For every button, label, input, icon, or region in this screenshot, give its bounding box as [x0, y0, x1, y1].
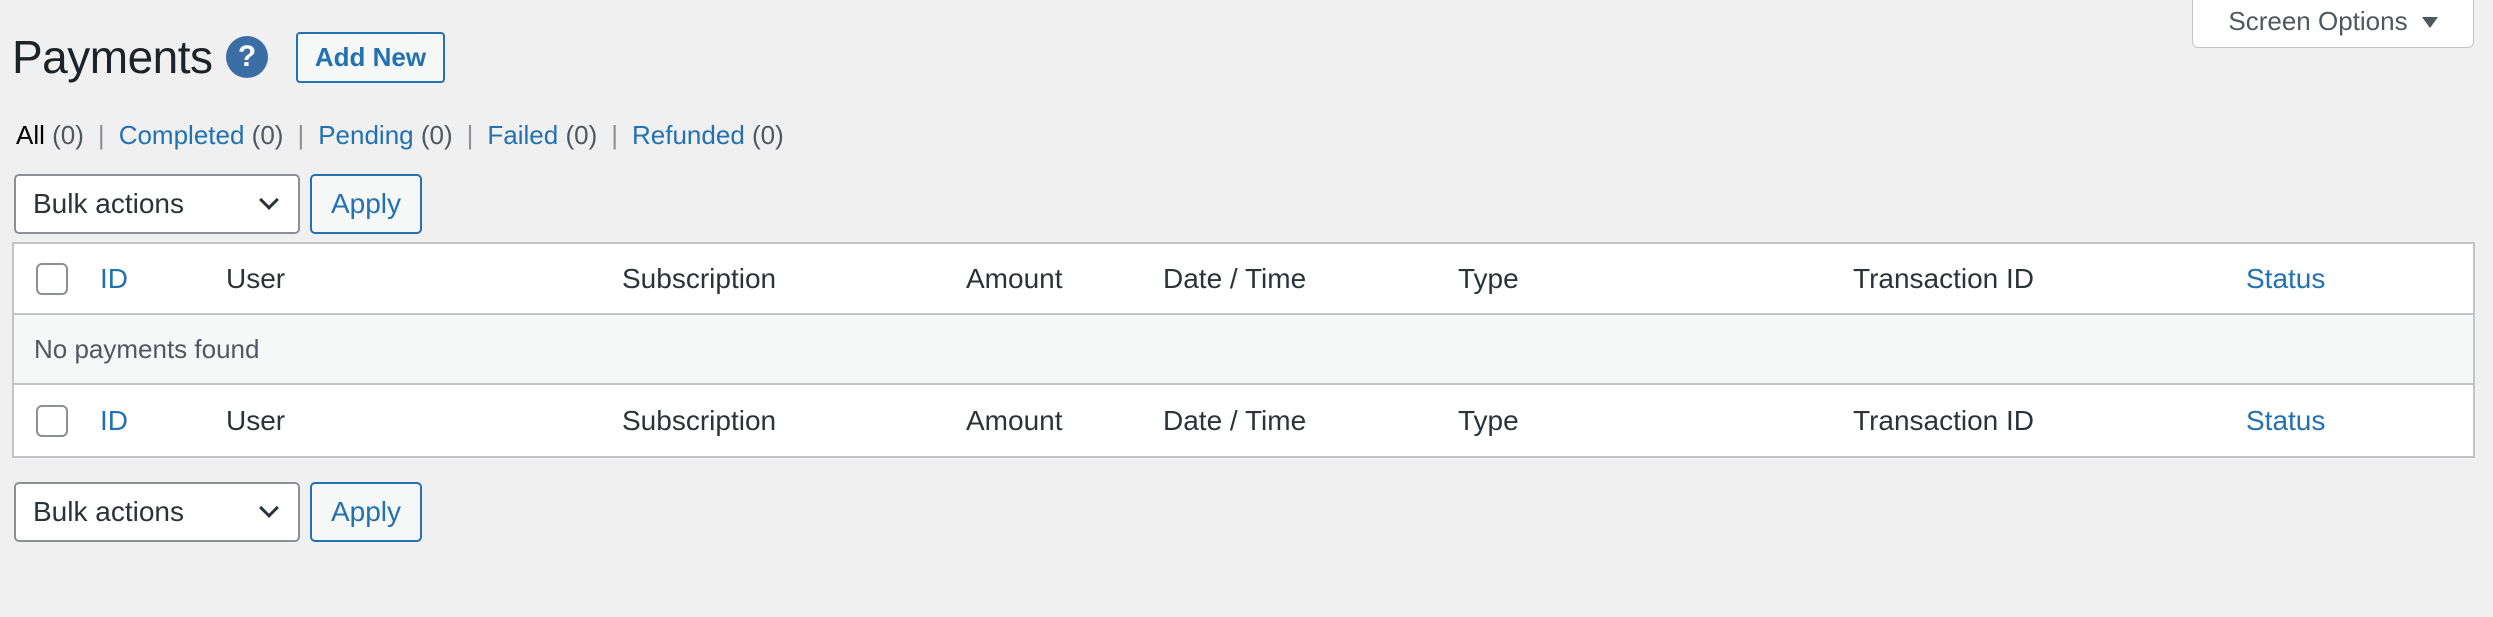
triangle-down-icon — [2421, 17, 2438, 28]
help-question-icon[interactable]: ? — [226, 36, 268, 78]
column-header-user: User — [226, 262, 286, 294]
select-all-checkbox[interactable] — [36, 262, 68, 295]
column-footer-type: Type — [1458, 404, 1519, 436]
select-all-checkbox-footer[interactable] — [36, 404, 68, 437]
apply-button-bottom[interactable]: Apply — [310, 482, 422, 542]
column-footer-subscription: Subscription — [622, 404, 777, 436]
column-header-type: Type — [1458, 262, 1519, 294]
separator: | — [297, 120, 305, 150]
table-footer-row: ID User Subscription Amount Date / Time … — [14, 385, 2473, 456]
column-footer-transaction-id: Transaction ID — [1853, 404, 2035, 436]
column-footer-user: User — [226, 404, 286, 436]
payments-table: ID User Subscription Amount Date / Time … — [12, 242, 2475, 458]
column-footer-id[interactable]: ID — [100, 405, 128, 437]
column-header-transaction-id: Transaction ID — [1853, 262, 2035, 294]
filter-completed[interactable]: Completed (0) — [119, 120, 284, 151]
chevron-down-icon — [259, 498, 279, 518]
apply-button-top[interactable]: Apply — [310, 174, 422, 234]
page-title: Payments — [12, 31, 213, 83]
table-header-row: ID User Subscription Amount Date / Time … — [14, 244, 2473, 315]
screen-options-button[interactable]: Screen Options — [2192, 0, 2474, 48]
filter-pending[interactable]: Pending (0) — [318, 120, 452, 151]
chevron-down-icon — [259, 190, 279, 210]
separator: | — [611, 120, 619, 150]
empty-message: No payments found — [34, 333, 260, 364]
filter-all[interactable]: All (0) — [16, 120, 84, 151]
tablenav-top: Bulk actions Apply — [14, 174, 422, 234]
column-header-status[interactable]: Status — [2246, 263, 2325, 295]
table-empty-row: No payments found — [14, 315, 2473, 385]
screen-options-label: Screen Options — [2228, 6, 2408, 36]
column-header-amount: Amount — [966, 262, 1063, 294]
column-footer-amount: Amount — [966, 404, 1063, 436]
filter-refunded[interactable]: Refunded (0) — [632, 120, 784, 151]
filter-failed[interactable]: Failed (0) — [487, 120, 597, 151]
column-header-id[interactable]: ID — [100, 263, 128, 295]
column-header-subscription: Subscription — [622, 262, 777, 294]
tablenav-bottom: Bulk actions Apply — [14, 482, 422, 542]
separator: | — [97, 120, 105, 150]
bulk-actions-select-bottom[interactable]: Bulk actions — [14, 482, 300, 542]
separator: | — [466, 120, 474, 150]
column-footer-status[interactable]: Status — [2246, 405, 2325, 437]
column-header-date-time: Date / Time — [1163, 262, 1307, 294]
add-new-button[interactable]: Add New — [296, 32, 445, 83]
status-filter-links: All (0) | Completed (0) | Pending (0) | … — [16, 120, 784, 151]
column-footer-date-time: Date / Time — [1163, 404, 1307, 436]
bulk-actions-select-top[interactable]: Bulk actions — [14, 174, 300, 234]
